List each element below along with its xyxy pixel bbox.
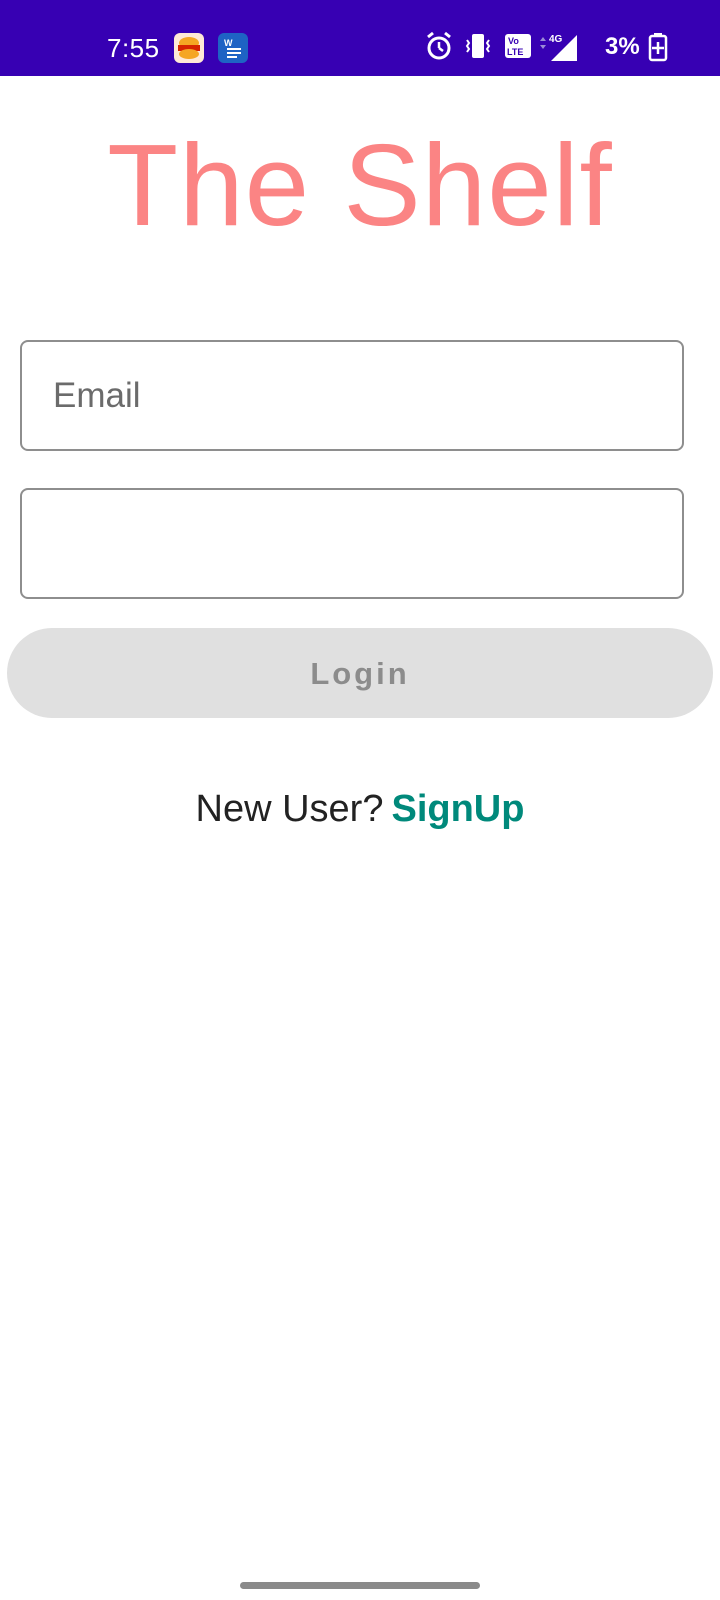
email-input[interactable] bbox=[20, 340, 684, 451]
new-user-prompt: New User? bbox=[195, 788, 384, 830]
app-title: The Shelf bbox=[107, 120, 613, 250]
burger-king-icon bbox=[174, 33, 204, 63]
battery-icon bbox=[648, 31, 668, 63]
svg-text:4G: 4G bbox=[549, 34, 563, 45]
svg-text:W: W bbox=[224, 38, 233, 48]
signup-row: New User? SignUp bbox=[0, 788, 720, 831]
battery-percent: 3% bbox=[605, 33, 640, 60]
status-bar: 7:55 W Vo LTE 4G 3% bbox=[0, 0, 720, 76]
status-time: 7:55 bbox=[107, 33, 160, 63]
login-button[interactable]: Login bbox=[7, 628, 713, 718]
word-doc-icon: W bbox=[218, 33, 248, 63]
gesture-nav-handle[interactable] bbox=[240, 1582, 480, 1589]
svg-text:Vo: Vo bbox=[508, 36, 519, 46]
alarm-icon bbox=[425, 31, 453, 63]
signal-4g-icon: 4G bbox=[537, 31, 581, 63]
volte-icon: Vo LTE bbox=[504, 31, 532, 63]
svg-text:LTE: LTE bbox=[507, 47, 523, 57]
signup-link[interactable]: SignUp bbox=[391, 788, 524, 830]
password-input[interactable] bbox=[20, 488, 684, 599]
vibrate-icon bbox=[464, 31, 492, 63]
